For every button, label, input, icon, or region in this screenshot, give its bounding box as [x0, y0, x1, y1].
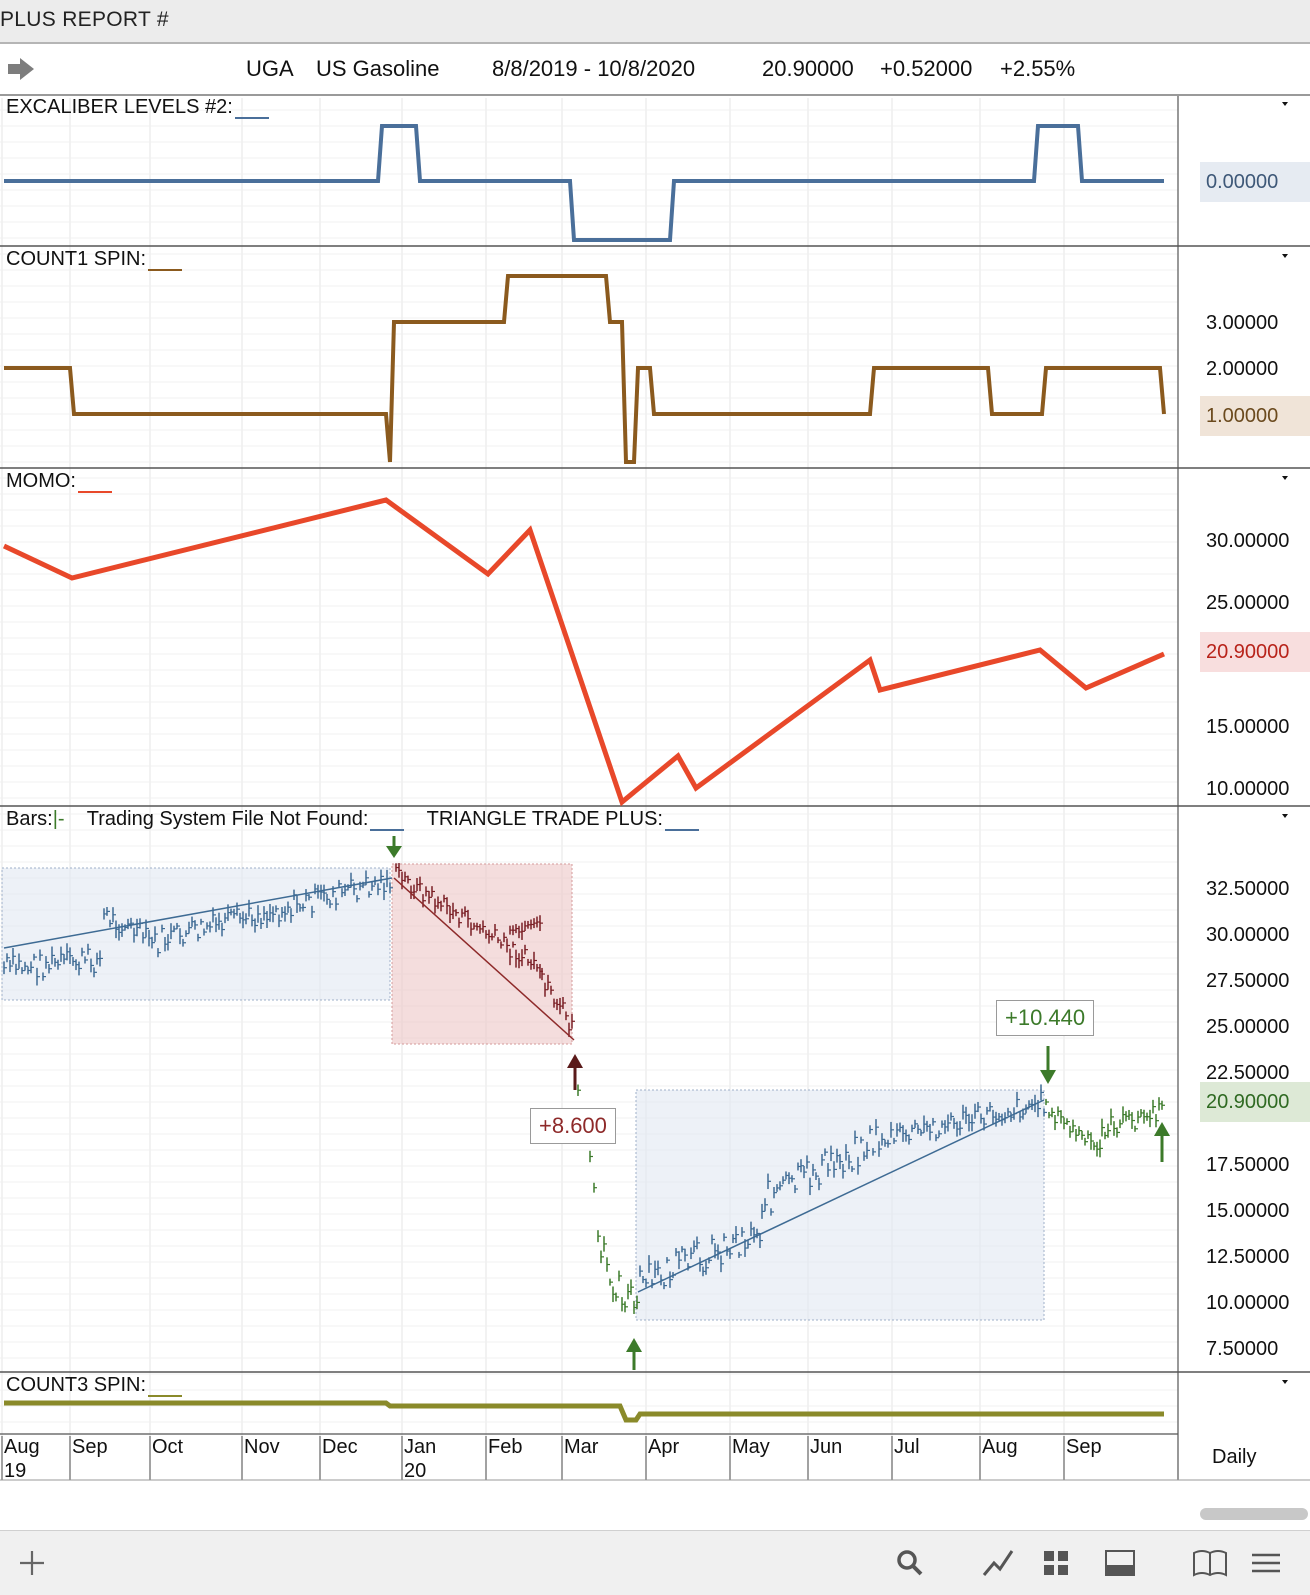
price-bar [571, 1013, 575, 1029]
price-bar [1116, 1127, 1120, 1138]
price-bar [597, 1230, 601, 1243]
arrow-down-icon [1040, 1046, 1056, 1084]
panel-menu-icon [1282, 254, 1288, 258]
month-label: Sep [1066, 1436, 1102, 1458]
price-bar [593, 1182, 597, 1193]
momo-title: MOMO: [6, 470, 112, 493]
price-bar [1043, 1108, 1047, 1117]
bars-tick: 10.00000 [1206, 1292, 1290, 1314]
count1-tick: 3.00000 [1206, 312, 1279, 334]
arrow-up-icon [1154, 1122, 1170, 1162]
year-label: 20 [404, 1460, 427, 1482]
price-bar [606, 1257, 610, 1272]
momo-tick: 10.00000 [1206, 778, 1290, 800]
quote-symbol: UGA [246, 56, 294, 81]
arrow-right-icon[interactable] [6, 56, 36, 82]
arrow-down-icon [386, 836, 402, 858]
price-bar [1084, 1137, 1088, 1146]
month-label: Jul [894, 1436, 920, 1458]
arrow-up-icon [626, 1338, 642, 1370]
bars-title: Bars:|- Trading System File Not Found: T… [6, 808, 699, 831]
window-title: PLUS REPORT # [0, 8, 169, 31]
count1-title: COUNT1 SPIN: [6, 248, 183, 271]
draw-line-icon[interactable] [978, 1543, 1018, 1583]
month-label: May [732, 1436, 770, 1458]
price-bar [600, 1250, 604, 1264]
count1-value-badge: 1.00000 [1200, 396, 1310, 436]
bars-tick: 15.00000 [1206, 1200, 1290, 1222]
month-label: Feb [488, 1436, 523, 1458]
price-bar [624, 1301, 628, 1313]
bars-tick: 27.50000 [1206, 970, 1290, 992]
momo-tick: 15.00000 [1206, 716, 1290, 738]
layout-grid-icon[interactable] [1036, 1543, 1076, 1583]
bars-value-badge: 20.90000 [1200, 1082, 1310, 1122]
panel-menu-icon [1282, 814, 1288, 818]
price-bar [1066, 1118, 1070, 1125]
month-label: Nov [244, 1436, 280, 1458]
quote-range: 8/8/2019 - 10/8/2020 [492, 56, 696, 81]
month-label: Apr [648, 1436, 680, 1458]
month-label: Oct [152, 1436, 184, 1458]
trade-zone-long-2 [635, 1089, 1045, 1321]
bars-tick: 25.00000 [1206, 1016, 1290, 1038]
quote-bar: UGA US Gasoline 8/8/2019 - 10/8/2020 20.… [0, 44, 1310, 96]
quote-change-pct: +2.55% [1000, 56, 1076, 81]
panel-icon[interactable] [1100, 1543, 1140, 1583]
add-icon[interactable] [12, 1543, 52, 1583]
bars-tick: 32.50000 [1206, 878, 1290, 900]
quote-change: +0.52000 [880, 56, 973, 81]
arrow-up-icon [567, 1054, 583, 1090]
trade-zone-long-1 [1, 867, 391, 1001]
month-label: Mar [564, 1436, 599, 1458]
trade-label-long: +10.440 [996, 1000, 1095, 1036]
quote-last: 20.90000 [762, 56, 854, 81]
price-bar [630, 1279, 634, 1295]
bars-tick: 30.00000 [1206, 924, 1290, 946]
window-titlebar: PLUS REPORT # [0, 0, 1310, 44]
price-bar [603, 1236, 607, 1252]
bars-tick: 17.50000 [1206, 1154, 1290, 1176]
month-label: Sep [72, 1436, 108, 1458]
price-bar [609, 1278, 613, 1286]
price-bar [589, 1150, 593, 1163]
horizontal-scrollbar[interactable] [1200, 1508, 1308, 1520]
period-selector[interactable]: Daily [1212, 1446, 1256, 1469]
trade-zone-short [391, 863, 573, 1045]
month-label: Jan [404, 1436, 437, 1458]
price-bar [1045, 1098, 1049, 1106]
book-icon[interactable] [1190, 1543, 1230, 1583]
price-bar [618, 1270, 622, 1282]
price-bar [1155, 1114, 1159, 1128]
count1-series-line [4, 274, 1166, 464]
panel-menu-icon [1282, 476, 1288, 480]
month-label: Aug [982, 1436, 1018, 1458]
month-label: Jun [810, 1436, 843, 1458]
panel-menu-icon [1282, 1380, 1288, 1384]
momo-tick: 25.00000 [1206, 592, 1290, 614]
bars-tick: 7.50000 [1206, 1338, 1279, 1360]
excaliber-title: EXCALIBER LEVELS #2: [6, 96, 269, 119]
quote-name: US Gasoline [316, 56, 440, 81]
month-label: Aug [4, 1436, 40, 1458]
bottom-toolbar [0, 1530, 1310, 1595]
count1-tick: 2.00000 [1206, 358, 1279, 380]
momo-value-badge: 20.90000 [1200, 632, 1310, 672]
menu-icon[interactable] [1246, 1543, 1286, 1583]
momo-series-line [2, 497, 1165, 807]
excaliber-value-badge: 0.00000 [1200, 162, 1310, 202]
price-bar [1107, 1123, 1111, 1138]
trade-label-short: +8.600 [530, 1108, 616, 1144]
count3-title: COUNT3 SPIN: [6, 1374, 183, 1397]
panel-menu-icon [1282, 102, 1288, 106]
price-bar [1054, 1114, 1058, 1131]
price-bar [1134, 1125, 1138, 1132]
price-bar [1099, 1139, 1103, 1158]
search-icon[interactable] [890, 1543, 930, 1583]
excaliber-series-line [4, 124, 1164, 242]
bars-tick: 12.50000 [1206, 1246, 1290, 1268]
momo-tick: 30.00000 [1206, 530, 1290, 552]
month-label: Dec [322, 1436, 358, 1458]
year-label: 19 [4, 1460, 27, 1482]
